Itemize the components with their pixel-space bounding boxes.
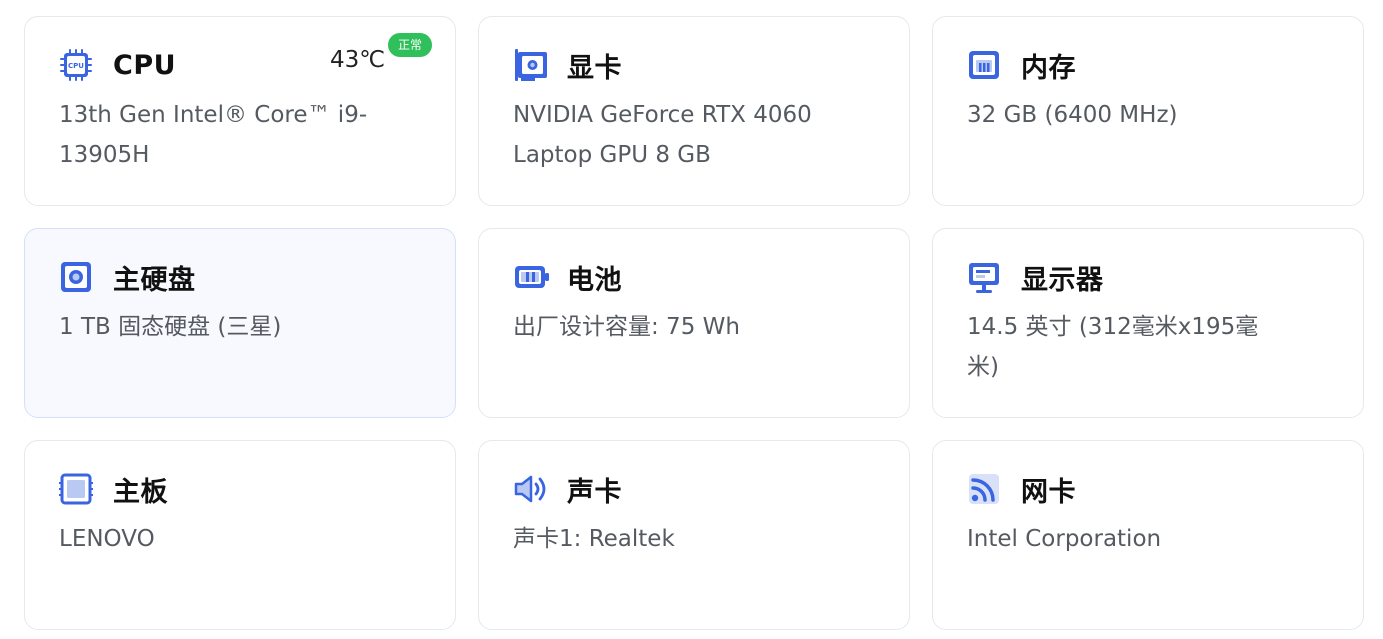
card-title-battery: 电池 [567, 264, 622, 296]
card-disk[interactable]: 主硬盘 1 TB 固态硬盘 (三星) [24, 228, 456, 418]
card-value-motherboard: LENOVO [59, 526, 155, 552]
card-header: 显示器 [967, 255, 1329, 299]
status-badge: 正常 [388, 33, 432, 57]
card-display[interactable]: 显示器 14.5 英寸 (312毫米x195毫米) [932, 228, 1364, 418]
card-battery[interactable]: 电池 出厂设计容量: 75 Wh [478, 228, 910, 418]
card-value-display: 14.5 英寸 (312毫米x195毫米) [967, 314, 1259, 380]
card-header: 电池 [513, 255, 875, 299]
card-title-disk: 主硬盘 [113, 264, 196, 296]
cpu-temperature: 43℃ [330, 47, 386, 73]
graphics-card-icon [513, 46, 551, 84]
monitor-icon [967, 258, 1005, 296]
card-value-sound: 声卡1: Realtek [513, 526, 675, 552]
card-value-network: Intel Corporation [967, 526, 1162, 552]
battery-icon [513, 258, 551, 296]
memory-icon [967, 46, 1005, 84]
card-motherboard[interactable]: 主板 LENOVO [24, 440, 456, 630]
card-title-motherboard: 主板 [113, 476, 168, 508]
card-header: 声卡 [513, 467, 875, 511]
card-title-sound: 声卡 [567, 476, 622, 508]
card-value-disk: 1 TB 固态硬盘 (三星) [59, 314, 282, 340]
card-value-cpu: 13th Gen Intel® Core™ i9-13905H [59, 102, 368, 168]
motherboard-icon [59, 470, 97, 508]
card-header: 内存 [967, 43, 1329, 87]
card-gpu[interactable]: 显卡 NVIDIA GeForce RTX 4060 Laptop GPU 8 … [478, 16, 910, 206]
card-value-gpu: NVIDIA GeForce RTX 4060 Laptop GPU 8 GB [513, 102, 812, 168]
speaker-icon [513, 470, 551, 508]
card-network[interactable]: 网卡 Intel Corporation [932, 440, 1364, 630]
card-value-memory: 32 GB (6400 MHz) [967, 102, 1178, 128]
card-title-network: 网卡 [1021, 476, 1076, 508]
card-title-cpu: CPU [113, 49, 177, 81]
card-header: 显卡 [513, 43, 875, 87]
card-memory[interactable]: 内存 32 GB (6400 MHz) [932, 16, 1364, 206]
card-cpu[interactable]: CPU CPU 13th Gen Intel® Core™ i9-13905H … [24, 16, 456, 206]
card-title-gpu: 显卡 [567, 52, 622, 84]
card-title-memory: 内存 [1021, 52, 1076, 84]
cpu-chip-label: CPU [68, 62, 84, 70]
card-header: 网卡 [967, 467, 1329, 511]
card-value-battery: 出厂设计容量: 75 Wh [513, 314, 740, 340]
card-sound[interactable]: 声卡 声卡1: Realtek [478, 440, 910, 630]
hard-disk-icon [59, 258, 97, 296]
card-title-display: 显示器 [1021, 264, 1104, 296]
wifi-icon [967, 470, 1005, 508]
cpu-chip-icon: CPU [59, 46, 97, 84]
card-header: 主板 [59, 467, 421, 511]
hardware-grid: CPU CPU 13th Gen Intel® Core™ i9-13905H … [24, 16, 1364, 630]
card-header: 主硬盘 [59, 255, 421, 299]
